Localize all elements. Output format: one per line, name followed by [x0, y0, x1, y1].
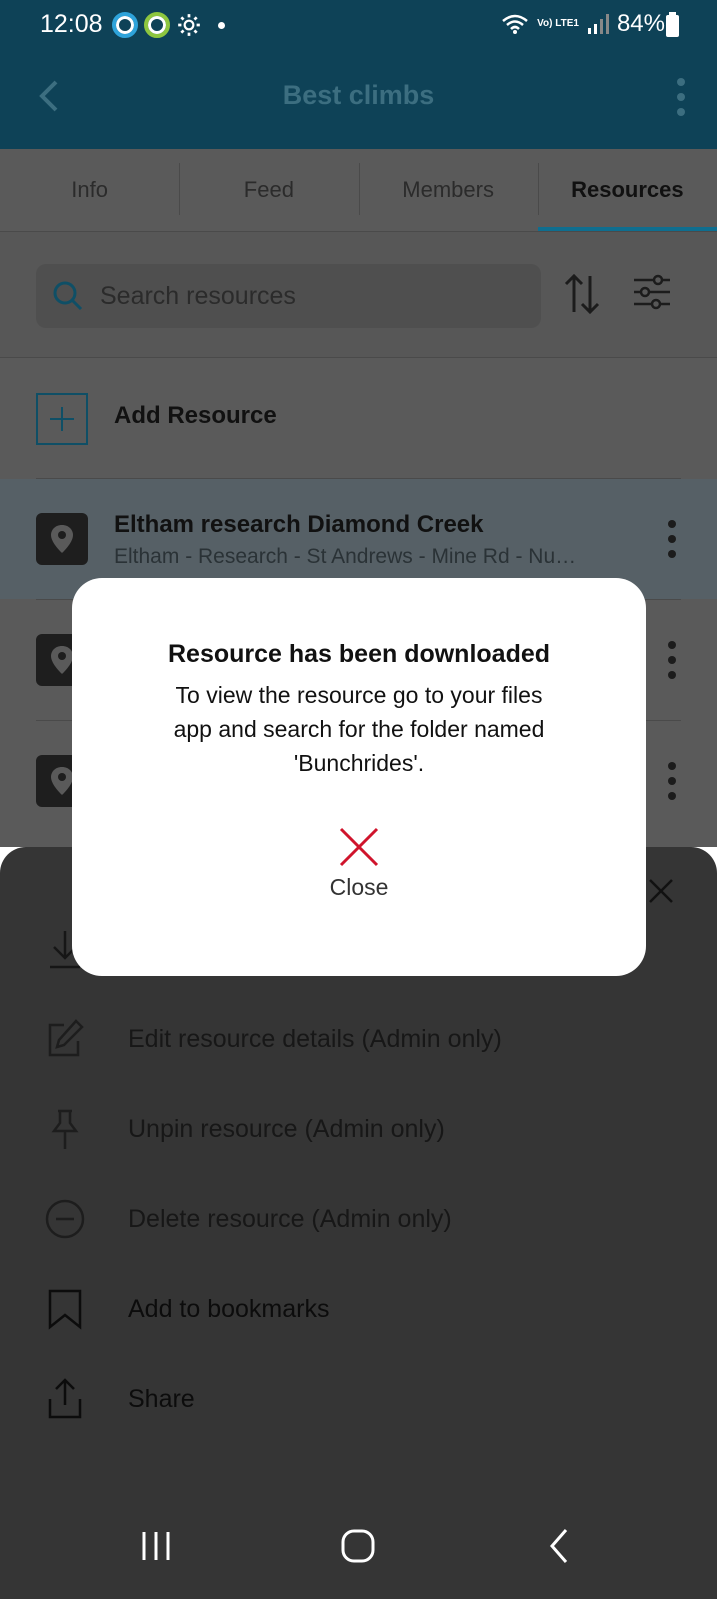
back-icon[interactable] [540, 1526, 580, 1566]
more-options-icon[interactable] [667, 761, 677, 801]
unpin-resource-label: Unpin resource (Admin only) [128, 1115, 445, 1143]
share-icon [48, 1378, 82, 1419]
more-options-icon[interactable] [667, 519, 677, 559]
app-notification-icon-2 [144, 12, 170, 38]
wifi-icon [502, 14, 528, 34]
page-title: Best climbs [282, 80, 435, 110]
app-notification-icon [112, 12, 138, 38]
edit-resource-option[interactable]: Edit resource details (Admin only) [0, 1007, 717, 1077]
resource-name: Eltham research Diamond Creek [114, 511, 484, 538]
delete-resource-label: Delete resource (Admin only) [128, 1205, 452, 1233]
notification-icons [112, 12, 225, 38]
home-icon[interactable] [338, 1526, 378, 1566]
close-x-icon [339, 827, 379, 867]
tab-members[interactable]: Members [358, 149, 538, 231]
search-area: Search resources [0, 231, 717, 357]
tab-resources[interactable]: Resources [537, 149, 717, 231]
status-bar: 12:08 Vo) LTE1 84% [0, 0, 717, 48]
tab-feed[interactable]: Feed [179, 149, 358, 231]
network-type: Vo) LTE1 [537, 18, 579, 29]
add-bookmark-label: Add to bookmarks [128, 1295, 330, 1323]
notification-dot [218, 21, 225, 29]
tab-bar: Info Feed Members Resources [0, 149, 717, 231]
close-icon[interactable] [647, 877, 675, 905]
settings-icon [178, 14, 200, 36]
delete-resource-option[interactable]: Delete resource (Admin only) [0, 1187, 717, 1257]
minus-circle-icon [45, 1199, 85, 1239]
search-placeholder: Search resources [100, 282, 296, 310]
download-dialog: Resource has been downloaded To view the… [72, 578, 646, 976]
resource-subtitle: Eltham - Research - St Andrews - Mine Rd… [114, 545, 577, 568]
share-label: Share [128, 1385, 195, 1413]
signal-icon [587, 14, 609, 34]
system-nav-bar [0, 1500, 717, 1599]
share-option[interactable]: Share [0, 1367, 717, 1437]
more-options-icon[interactable] [667, 640, 677, 680]
add-resource-label: Add Resource [114, 402, 277, 429]
filter-icon[interactable] [632, 272, 672, 312]
edit-resource-label: Edit resource details (Admin only) [128, 1025, 502, 1053]
search-icon [53, 281, 83, 311]
dialog-title: Resource has been downloaded [167, 640, 551, 668]
overflow-menu-icon[interactable] [675, 76, 687, 118]
recent-apps-icon[interactable] [136, 1526, 176, 1566]
unpin-resource-option[interactable]: Unpin resource (Admin only) [0, 1097, 717, 1167]
battery-percent: 84% [616, 10, 665, 37]
add-bookmark-option[interactable]: Add to bookmarks [0, 1277, 717, 1347]
edit-icon [48, 1019, 84, 1057]
dialog-message: To view the resource go to your files ap… [173, 682, 545, 776]
status-time: 12:08 [40, 10, 103, 38]
pin-icon [51, 1109, 79, 1149]
bookmark-icon [48, 1289, 82, 1330]
add-resource-button[interactable]: Add Resource [0, 358, 717, 478]
tab-info[interactable]: Info [0, 149, 179, 231]
app-bar: Best climbs [0, 48, 717, 149]
dialog-close-label: Close [329, 874, 389, 900]
location-pin-icon [36, 513, 88, 565]
add-icon [36, 393, 88, 445]
search-input[interactable]: Search resources [36, 264, 541, 328]
sort-icon[interactable] [562, 272, 602, 316]
status-right: Vo) LTE1 84% [501, 10, 665, 38]
dialog-close-button[interactable]: Close [319, 826, 399, 916]
battery-icon [666, 12, 679, 37]
